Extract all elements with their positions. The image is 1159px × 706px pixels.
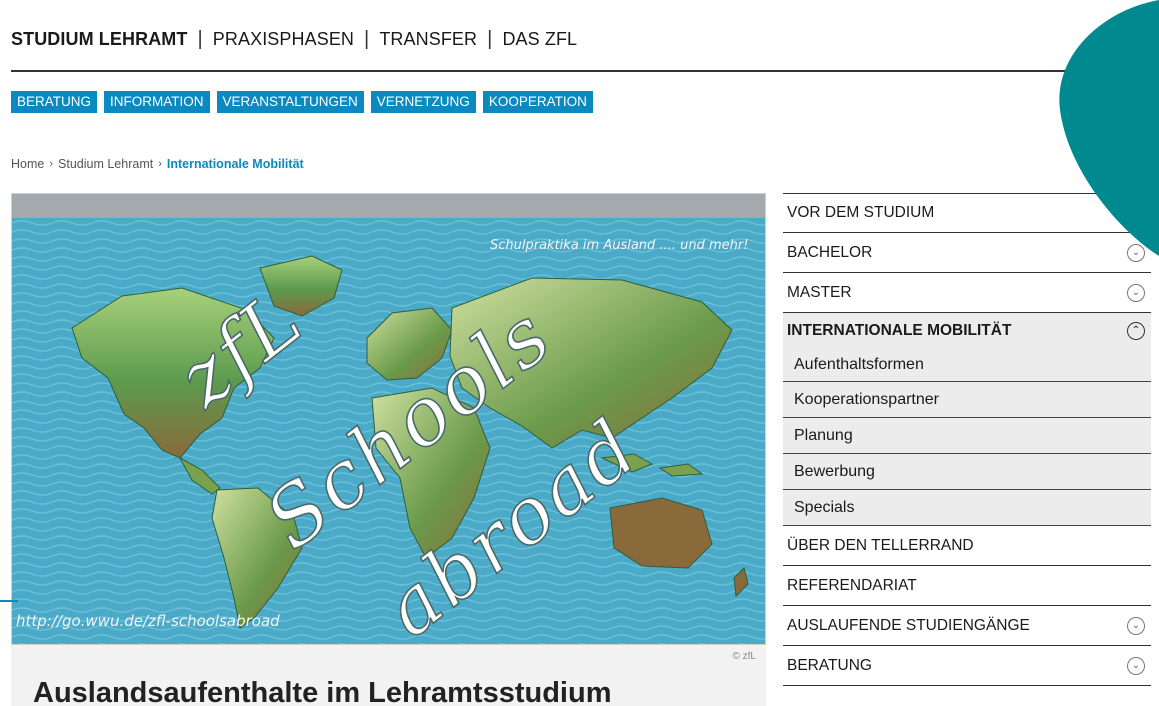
image-credit: © zfL xyxy=(732,651,757,662)
side-item-label: BERATUNG xyxy=(787,656,872,674)
side-item-ueber-den-tellerrand[interactable]: ÜBER DEN TELLERRAND xyxy=(783,526,1151,566)
article-title: Auslandsaufenthalte im Lehramtsstudium xyxy=(33,677,612,706)
nav-studium-lehramt[interactable]: STUDIUM LEHRAMT xyxy=(11,29,187,50)
accent-line xyxy=(0,600,18,602)
image-credit-row: © zfL xyxy=(11,645,766,675)
nav-praxisphasen[interactable]: PRAXISPHASEN xyxy=(213,29,354,50)
nav-divider xyxy=(11,70,1121,72)
side-item-master[interactable]: MASTER ⌄ xyxy=(783,273,1151,313)
chevron-down-icon[interactable]: ⌄ xyxy=(1127,283,1145,302)
hero-top-band xyxy=(12,194,765,218)
subnav-information[interactable]: INFORMATION xyxy=(104,91,210,113)
subnav-veranstaltungen[interactable]: VERANSTALTUNGEN xyxy=(216,91,364,113)
nav-separator: | xyxy=(487,28,493,50)
breadcrumb-studium-lehramt[interactable]: Studium Lehramt xyxy=(58,157,153,171)
side-item-label: REFERENDARIAT xyxy=(787,576,917,594)
side-item-label: VOR DEM STUDIUM xyxy=(787,204,935,221)
side-item-label: INTERNATIONALE MOBILITÄT xyxy=(787,322,1012,339)
breadcrumb: Home › Studium Lehramt › Internationale … xyxy=(11,157,304,171)
sub-item-specials[interactable]: Specials xyxy=(783,490,1151,526)
side-submenu: Aufenthaltsformen Kooperationspartner Pl… xyxy=(783,349,1151,526)
teal-decorative-shape xyxy=(1059,0,1159,256)
nav-separator: | xyxy=(197,28,203,50)
hero-image: Schulpraktika im Ausland .... und mehr! … xyxy=(11,193,766,645)
side-item-beratung[interactable]: BERATUNG ⌄ xyxy=(783,646,1151,686)
hero-caption: Schulpraktika im Ausland .... und mehr! xyxy=(490,238,749,253)
nav-transfer[interactable]: TRANSFER xyxy=(379,29,477,50)
side-item-label: AUSLAUFENDE STUDIENGÄNGE xyxy=(787,616,1030,634)
breadcrumb-current: Internationale Mobilität xyxy=(166,157,304,171)
sub-item-aufenthaltsformen[interactable]: Aufenthaltsformen xyxy=(783,349,1151,382)
sub-item-kooperationspartner[interactable]: Kooperationspartner xyxy=(783,382,1151,418)
sub-item-bewerbung[interactable]: Bewerbung xyxy=(783,454,1151,490)
breadcrumb-home[interactable]: Home xyxy=(11,157,44,171)
side-menu: VOR DEM STUDIUM BACHELOR ⌄ MASTER ⌄ INTE… xyxy=(783,193,1151,686)
side-item-auslaufende-studiengaenge[interactable]: AUSLAUFENDE STUDIENGÄNGE ⌄ xyxy=(783,606,1151,646)
chevron-down-icon[interactable]: ⌄ xyxy=(1127,616,1145,635)
subnav-kooperation[interactable]: KOOPERATION xyxy=(482,91,593,113)
side-item-label: BACHELOR xyxy=(787,243,873,261)
sub-item-planung[interactable]: Planung xyxy=(783,418,1151,454)
breadcrumb-chevron-icon: › xyxy=(49,158,54,170)
side-item-referendariat[interactable]: REFERENDARIAT xyxy=(783,566,1151,606)
nav-das-zfl[interactable]: DAS ZFL xyxy=(502,29,577,50)
chevron-up-icon[interactable]: ⌃ xyxy=(1127,322,1145,340)
side-item-internationale-mobilitaet[interactable]: INTERNATIONALE MOBILITÄT ⌃ xyxy=(783,313,1151,349)
side-item-label: ÜBER DEN TELLERRAND xyxy=(787,536,974,554)
sub-navigation: BERATUNG INFORMATION VERANSTALTUNGEN VER… xyxy=(11,91,593,113)
breadcrumb-chevron-icon: › xyxy=(158,158,162,170)
chevron-down-icon[interactable]: ⌄ xyxy=(1127,656,1145,675)
main-navigation: STUDIUM LEHRAMT | PRAXISPHASEN | TRANSFE… xyxy=(11,28,577,51)
subnav-vernetzung[interactable]: VERNETZUNG xyxy=(370,91,476,113)
subnav-beratung[interactable]: BERATUNG xyxy=(11,91,98,113)
side-item-label: MASTER xyxy=(787,283,852,301)
nav-separator: | xyxy=(364,28,370,50)
hero-url: http://go.wwu.de/zfl-schoolsabroad xyxy=(16,612,280,630)
